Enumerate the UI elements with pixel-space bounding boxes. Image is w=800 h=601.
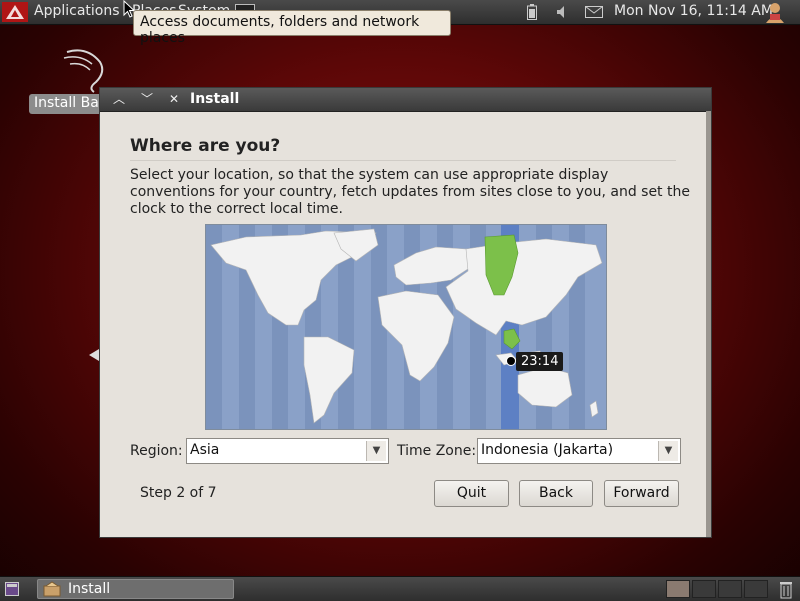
- region-select[interactable]: Asia ▼: [186, 438, 389, 464]
- map-time-label: 23:14: [516, 352, 564, 371]
- workspace-2[interactable]: [692, 580, 716, 598]
- window-title: Install: [190, 91, 240, 107]
- workspace-4[interactable]: [744, 580, 768, 598]
- trash-icon[interactable]: [778, 579, 794, 599]
- window-close-button[interactable]: ✕: [165, 91, 183, 107]
- location-marker-icon: [506, 356, 516, 366]
- battery-icon[interactable]: [527, 4, 537, 20]
- quit-button[interactable]: Quit: [434, 480, 509, 507]
- clock[interactable]: Mon Nov 16, 11:14 AM: [614, 3, 773, 19]
- backtrack-logo-icon[interactable]: [2, 2, 28, 22]
- back-button[interactable]: Back: [519, 480, 593, 507]
- timezone-label: Time Zone:: [397, 443, 477, 459]
- show-desktop-icon[interactable]: [5, 582, 19, 596]
- taskbar-item-label: Install: [68, 581, 111, 597]
- places-tooltip: Access documents, folders and network pl…: [133, 10, 451, 46]
- window-shade-button[interactable]: ﹀: [138, 91, 156, 107]
- installer-icon: [43, 581, 61, 597]
- menu-applications[interactable]: Applications: [34, 3, 120, 19]
- chevron-down-icon[interactable]: ▼: [658, 441, 678, 461]
- timezone-map[interactable]: [205, 224, 607, 430]
- desktop-icon-label[interactable]: Install BackTrack: [29, 94, 109, 114]
- user-icon[interactable]: [764, 1, 786, 23]
- taskbar-item-install[interactable]: Install: [37, 579, 234, 599]
- heading-divider: [130, 160, 676, 161]
- arrow-left-icon: [89, 349, 99, 361]
- world-map-graphic: [206, 225, 603, 429]
- workspace-1[interactable]: [666, 580, 690, 598]
- page-heading: Where are you?: [130, 136, 281, 156]
- window-minimize-button[interactable]: ︿: [110, 91, 128, 107]
- window-border: [706, 111, 711, 537]
- region-value: Asia: [190, 442, 220, 458]
- volume-icon[interactable]: [556, 5, 570, 19]
- installer-window: ︿ ﹀ ✕ Install Where are you? Select your…: [99, 87, 712, 538]
- forward-button[interactable]: Forward: [604, 480, 679, 507]
- page-description: Select your location, so that the system…: [130, 167, 690, 217]
- window-titlebar[interactable]: ︿ ﹀ ✕ Install: [100, 88, 711, 112]
- region-label: Region:: [130, 443, 183, 459]
- step-indicator: Step 2 of 7: [140, 485, 217, 501]
- timezone-select[interactable]: Indonesia (Jakarta) ▼: [477, 438, 681, 464]
- mail-icon[interactable]: [585, 6, 603, 18]
- timezone-value: Indonesia (Jakarta): [481, 442, 614, 458]
- chevron-down-icon[interactable]: ▼: [366, 441, 386, 461]
- workspace-3[interactable]: [718, 580, 742, 598]
- bottom-panel: Install: [0, 576, 800, 601]
